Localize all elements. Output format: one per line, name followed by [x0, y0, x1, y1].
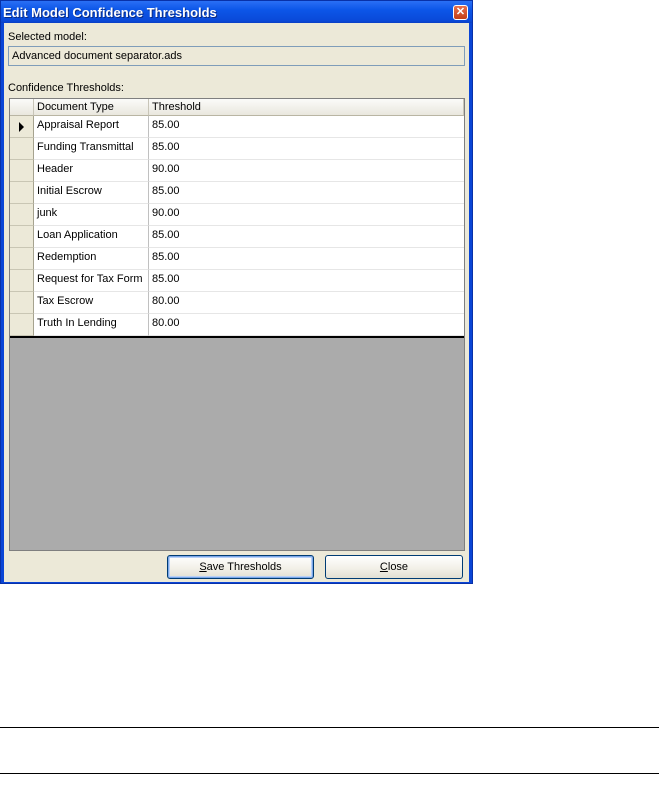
- thresholds-grid[interactable]: Document Type Threshold Appraisal Report…: [9, 98, 465, 551]
- row-selector[interactable]: [10, 204, 34, 226]
- save-label: ave Thresholds: [206, 561, 282, 573]
- row-selector[interactable]: [10, 226, 34, 248]
- threshold-cell[interactable]: 85.00: [149, 182, 464, 204]
- close-button[interactable]: Close: [325, 555, 463, 579]
- save-thresholds-button[interactable]: Save Thresholds: [167, 555, 314, 579]
- row-selector[interactable]: [10, 248, 34, 270]
- close-mnemonic: C: [379, 561, 388, 573]
- row-header-corner[interactable]: [10, 99, 34, 116]
- table-row[interactable]: Initial Escrow 85.00: [10, 182, 464, 204]
- divider-line: [0, 727, 659, 728]
- divider-line: [0, 773, 659, 774]
- threshold-cell[interactable]: 85.00: [149, 116, 464, 138]
- confidence-thresholds-label: Confidence Thresholds:: [8, 82, 124, 94]
- document-type-cell[interactable]: Request for Tax Form: [34, 270, 149, 292]
- table-row[interactable]: junk 90.00: [10, 204, 464, 226]
- threshold-cell[interactable]: 85.00: [149, 270, 464, 292]
- table-row[interactable]: Loan Application 85.00: [10, 226, 464, 248]
- selected-model-label: Selected model:: [8, 31, 87, 43]
- row-selector[interactable]: [10, 314, 34, 336]
- selected-model-field: Advanced document separator.ads: [8, 46, 465, 66]
- row-selector[interactable]: [10, 292, 34, 314]
- column-header-document-type[interactable]: Document Type: [34, 99, 149, 116]
- threshold-cell[interactable]: 85.00: [149, 248, 464, 270]
- table-row[interactable]: Tax Escrow 80.00: [10, 292, 464, 314]
- document-type-cell[interactable]: Funding Transmittal: [34, 138, 149, 160]
- threshold-cell[interactable]: 90.00: [149, 160, 464, 182]
- save-mnemonic: S: [199, 561, 207, 573]
- table-row[interactable]: Request for Tax Form 85.00: [10, 270, 464, 292]
- threshold-cell[interactable]: 80.00: [149, 314, 464, 336]
- table-row[interactable]: Truth In Lending 80.00: [10, 314, 464, 336]
- document-type-cell[interactable]: Redemption: [34, 248, 149, 270]
- grid-rows: Appraisal Report 85.00 Funding Transmittal…: [10, 116, 464, 336]
- document-type-cell[interactable]: junk: [34, 204, 149, 226]
- threshold-cell[interactable]: 80.00: [149, 292, 464, 314]
- close-icon[interactable]: ✕: [453, 5, 468, 20]
- window-title: Edit Model Confidence Thresholds: [3, 5, 217, 20]
- thresholds-table: Document Type Threshold Appraisal Report…: [10, 99, 464, 338]
- grid-header-row: Document Type Threshold: [10, 99, 464, 116]
- title-bar[interactable]: Edit Model Confidence Thresholds ✕: [1, 1, 472, 23]
- table-row[interactable]: Appraisal Report 85.00: [10, 116, 464, 138]
- row-selector[interactable]: [10, 138, 34, 160]
- current-row-arrow-icon: [19, 122, 24, 132]
- row-selector[interactable]: [10, 270, 34, 292]
- document-type-cell[interactable]: Tax Escrow: [34, 292, 149, 314]
- dialog-window: Edit Model Confidence Thresholds ✕ Selec…: [0, 0, 473, 584]
- row-selector[interactable]: [10, 160, 34, 182]
- table-row[interactable]: Funding Transmittal 85.00: [10, 138, 464, 160]
- table-row[interactable]: Redemption 85.00: [10, 248, 464, 270]
- threshold-cell[interactable]: 90.00: [149, 204, 464, 226]
- row-selector[interactable]: [10, 116, 34, 138]
- column-header-threshold[interactable]: Threshold: [149, 99, 464, 116]
- row-selector[interactable]: [10, 182, 34, 204]
- document-type-cell[interactable]: Header: [34, 160, 149, 182]
- close-label: lose: [387, 561, 409, 573]
- document-type-cell[interactable]: Truth In Lending: [34, 314, 149, 336]
- document-type-cell[interactable]: Loan Application: [34, 226, 149, 248]
- dialog-client-area: Selected model: Advanced document separa…: [4, 23, 469, 582]
- threshold-cell[interactable]: 85.00: [149, 138, 464, 160]
- document-type-cell[interactable]: Initial Escrow: [34, 182, 149, 204]
- document-type-cell[interactable]: Appraisal Report: [34, 116, 149, 138]
- table-row[interactable]: Header 90.00: [10, 160, 464, 182]
- threshold-cell[interactable]: 85.00: [149, 226, 464, 248]
